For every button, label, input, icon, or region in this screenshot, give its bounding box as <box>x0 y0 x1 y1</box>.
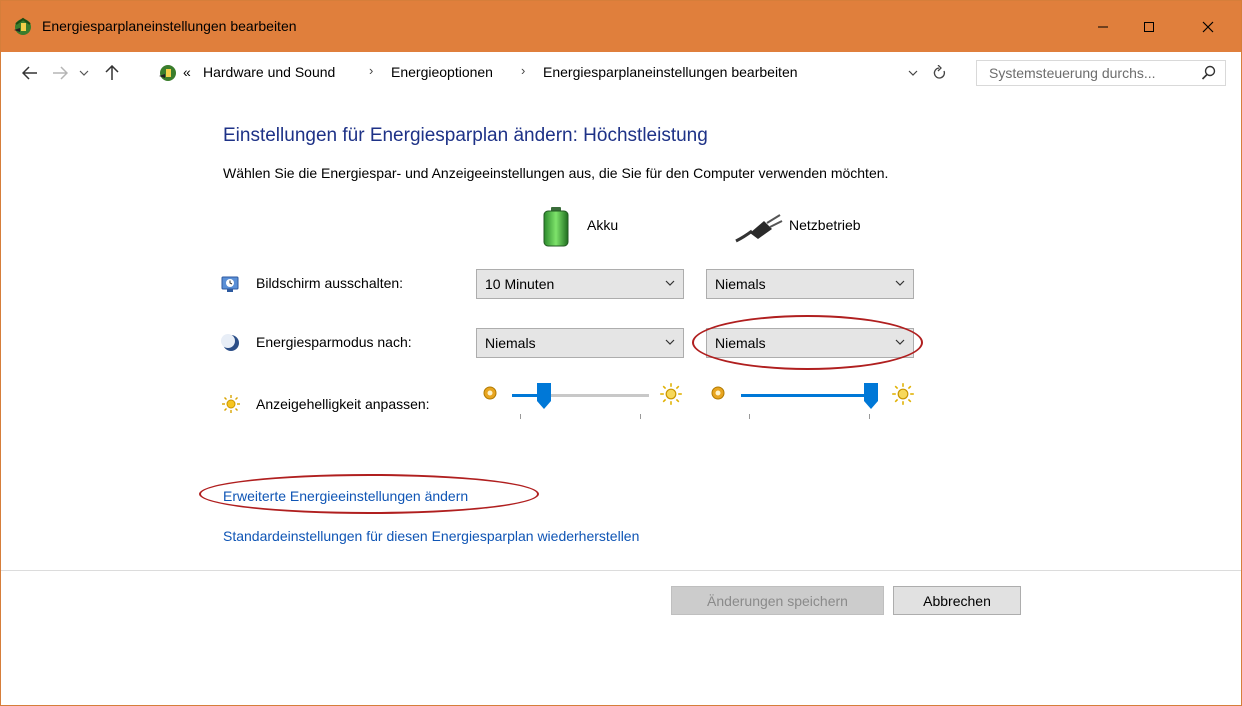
slider-thumb[interactable] <box>537 383 551 409</box>
window: Energiesparplaneinstellungen bearbeiten <box>0 0 1242 706</box>
breadcrumb-overflow[interactable]: « <box>183 64 191 80</box>
close-icon <box>1202 21 1214 32</box>
slider-tick <box>749 414 750 419</box>
slider-tick <box>640 414 641 419</box>
title-bar[interactable]: Energiesparplaneinstellungen bearbeiten <box>1 1 1241 52</box>
annotation-oval-sleep <box>692 315 923 370</box>
maximize-button[interactable] <box>1126 1 1172 52</box>
slider-tick <box>520 414 521 419</box>
maximize-icon <box>1144 21 1154 32</box>
minimize-icon <box>1098 26 1108 27</box>
breadcrumb-hardware-sound[interactable]: Hardware und Sound <box>203 64 335 80</box>
brightness-low-icon <box>483 386 497 400</box>
column-header-plugged-in: Netzbetrieb <box>789 217 861 233</box>
forward-button[interactable] <box>49 62 71 84</box>
brightness-plugged-slider[interactable] <box>741 383 878 424</box>
breadcrumb-power-options[interactable]: Energieoptionen <box>391 64 493 80</box>
power-plug-icon <box>735 214 783 243</box>
brightness-high-icon <box>892 383 914 405</box>
recent-locations-button[interactable] <box>77 62 91 84</box>
breadcrumb-edit-plan-settings[interactable]: Energiesparplaneinstellungen bearbeiten <box>543 64 798 80</box>
chevron-down-icon <box>895 280 905 286</box>
breadcrumb-separator: › <box>369 63 374 78</box>
display-off-battery-value: 10 Minuten <box>485 276 555 292</box>
address-dropdown-icon[interactable] <box>908 69 918 77</box>
search-placeholder: Systemsteuerung durchs... <box>989 65 1156 81</box>
window-title: Energiesparplaneinstellungen bearbeiten <box>42 18 297 34</box>
slider-fill <box>741 394 871 397</box>
minimize-button[interactable] <box>1080 1 1126 52</box>
sun-icon <box>222 395 240 413</box>
chevron-down-icon <box>665 339 675 345</box>
breadcrumb: « Hardware und Sound › Energieoptionen ›… <box>153 60 961 86</box>
slider-thumb[interactable] <box>864 383 878 409</box>
brightness-high-icon <box>660 383 682 405</box>
search-input[interactable]: Systemsteuerung durchs... <box>976 60 1226 86</box>
sleep-battery-value: Niemals <box>485 335 536 351</box>
slider-tick <box>869 414 870 419</box>
brightness-battery-slider[interactable] <box>512 383 649 424</box>
battery-icon <box>543 207 569 247</box>
restore-defaults-link[interactable]: Standardeinstellungen für diesen Energie… <box>223 528 639 544</box>
sleep-label: Energiesparmodus nach: <box>256 334 412 350</box>
chevron-down-icon <box>79 70 89 76</box>
brightness-label: Anzeigehelligkeit anpassen: <box>256 396 430 412</box>
forward-arrow-icon <box>53 66 68 80</box>
cancel-button[interactable]: Abbrechen <box>893 586 1021 615</box>
brightness-low-icon <box>711 386 725 400</box>
breadcrumb-separator: › <box>521 63 526 78</box>
address-bar: « Hardware und Sound › Energieoptionen ›… <box>1 52 1241 94</box>
close-button[interactable] <box>1185 1 1231 52</box>
monitor-clock-icon <box>221 276 239 292</box>
sleep-battery-select[interactable]: Niemals <box>476 328 684 358</box>
refresh-icon[interactable] <box>933 65 947 81</box>
back-arrow-icon <box>22 66 37 80</box>
save-changes-button[interactable]: Änderungen speichern <box>671 586 884 615</box>
search-icon[interactable] <box>1201 65 1217 81</box>
chevron-down-icon <box>665 280 675 286</box>
display-off-battery-select[interactable]: 10 Minuten <box>476 269 684 299</box>
display-off-plugged-select[interactable]: Niemals <box>706 269 914 299</box>
up-arrow-icon <box>105 65 119 80</box>
divider <box>1 570 1241 571</box>
page-description: Wählen Sie die Energiespar- und Anzeigee… <box>223 165 889 181</box>
up-button[interactable] <box>101 62 123 84</box>
back-button[interactable] <box>19 62 41 84</box>
display-off-plugged-value: Niemals <box>715 276 766 292</box>
moon-icon <box>221 334 239 351</box>
display-off-label: Bildschirm ausschalten: <box>256 275 404 291</box>
power-options-icon <box>159 65 176 81</box>
annotation-oval-advanced <box>199 474 539 514</box>
column-header-battery: Akku <box>587 217 619 233</box>
power-options-icon <box>14 17 31 35</box>
page-title: Einstellungen für Energiesparplan ändern… <box>223 125 708 146</box>
